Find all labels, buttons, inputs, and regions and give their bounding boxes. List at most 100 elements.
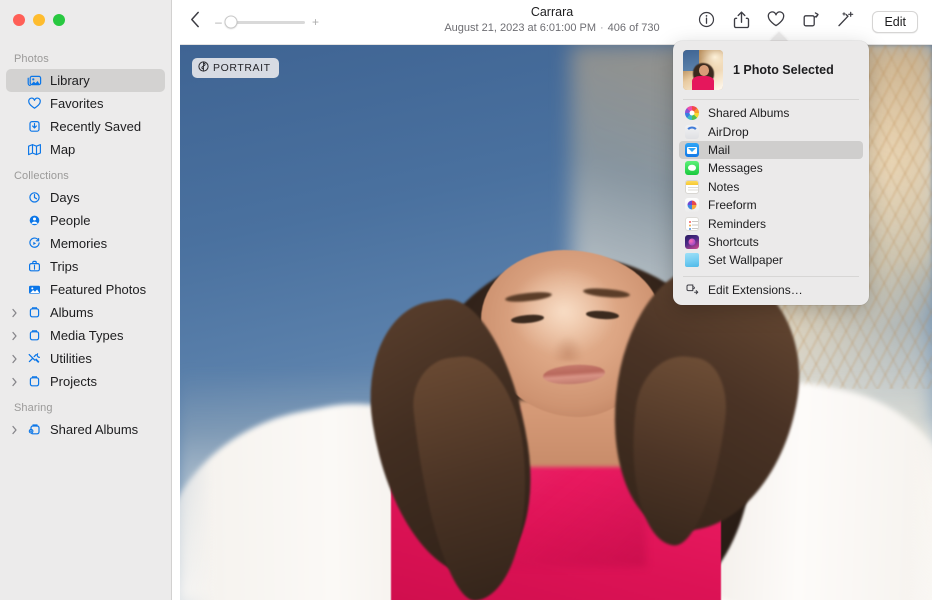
sidebar-item-label: Utilities (50, 352, 92, 365)
chevron-left-icon (190, 11, 201, 33)
sidebar-scroll[interactable]: Photos Library Favorites Recently Saved (0, 44, 171, 600)
heart-icon (767, 11, 785, 33)
photos-window: Photos Library Favorites Recently Saved (0, 0, 932, 600)
share-icon (733, 11, 750, 34)
airdrop-icon (685, 125, 699, 139)
featured-photo-icon (26, 282, 43, 297)
share-item-label: Reminders (708, 217, 766, 231)
rotate-button[interactable] (799, 10, 823, 34)
thumbnail-top (692, 76, 714, 90)
chevron-right-icon[interactable] (10, 425, 19, 434)
minimize-window-button[interactable] (33, 14, 45, 26)
portrait-badge[interactable]: PORTRAIT (192, 58, 279, 78)
sidebar-item-label: Media Types (50, 329, 123, 342)
sidebar-item-days[interactable]: Days (6, 186, 165, 209)
sidebar-item-map[interactable]: Map (6, 138, 165, 161)
chevron-right-icon[interactable] (10, 377, 19, 386)
toolbar: – + Carrara August 21, 2023 at 6:01:00 P… (172, 0, 932, 44)
toolbar-actions: Edit (694, 0, 918, 44)
share-item-messages[interactable]: Messages (679, 159, 863, 177)
popover-title: 1 Photo Selected (733, 63, 834, 77)
sidebar-item-label: Days (50, 191, 80, 204)
zoom-window-button[interactable] (53, 14, 65, 26)
close-window-button[interactable] (13, 14, 25, 26)
share-item-airdrop[interactable]: AirDrop (679, 122, 863, 140)
share-targets-list: Shared Albums AirDrop Mail Messages Note… (673, 100, 869, 270)
enhance-button[interactable] (834, 10, 858, 34)
info-circle-icon (698, 11, 715, 33)
reminders-app-icon (685, 217, 699, 231)
sidebar-item-albums[interactable]: Albums (6, 301, 165, 324)
share-item-shared-albums[interactable]: Shared Albums (679, 104, 863, 122)
share-item-mail[interactable]: Mail (679, 141, 863, 159)
info-button[interactable] (694, 10, 718, 34)
sidebar-item-featured-photos[interactable]: Featured Photos (6, 278, 165, 301)
shortcuts-app-icon (685, 235, 699, 249)
selected-photo-thumbnail (683, 50, 723, 90)
sidebar-item-label: People (50, 214, 90, 227)
sidebar-item-trips[interactable]: Trips (6, 255, 165, 278)
sidebar-item-label: Shared Albums (50, 423, 138, 436)
sidebar-item-label: Favorites (50, 97, 103, 110)
messages-app-icon (685, 161, 699, 175)
sidebar-item-memories[interactable]: Memories (6, 232, 165, 255)
popover-header: 1 Photo Selected (673, 41, 869, 99)
popover-footer: Edit Extensions… (673, 277, 869, 299)
sidebar-item-media-types[interactable]: Media Types (6, 324, 165, 347)
share-item-label: Messages (708, 161, 763, 175)
sidebar-item-favorites[interactable]: Favorites (6, 92, 165, 115)
window-traffic-lights (13, 14, 65, 26)
zoom-slider[interactable]: – + (214, 16, 320, 28)
chevron-right-icon[interactable] (10, 354, 19, 363)
back-button[interactable] (182, 9, 208, 35)
photo-position: 406 of 730 (608, 22, 660, 34)
media-types-icon (26, 328, 43, 343)
zoom-in-label[interactable]: + (311, 16, 320, 28)
sidebar-section-sharing-title: Sharing (0, 402, 171, 414)
favorite-button[interactable] (764, 10, 788, 34)
rotate-icon (802, 11, 820, 33)
edit-button-label: Edit (884, 15, 906, 29)
albums-icon (26, 305, 43, 320)
sidebar-item-library[interactable]: Library (6, 69, 165, 92)
share-item-label: AirDrop (708, 125, 749, 139)
zoom-slider-knob[interactable] (225, 16, 238, 29)
sidebar-item-label: Featured Photos (50, 283, 146, 296)
notes-app-icon (685, 180, 699, 194)
sidebar-item-projects[interactable]: Projects (6, 370, 165, 393)
sidebar: Photos Library Favorites Recently Saved (0, 0, 172, 600)
sidebar-item-utilities[interactable]: Utilities (6, 347, 165, 370)
sidebar-item-shared-albums[interactable]: Shared Albums (6, 418, 165, 441)
share-item-reminders[interactable]: Reminders (679, 214, 863, 232)
photo-date: August 21, 2023 at 6:01:00 PM (444, 22, 596, 34)
wallpaper-icon (685, 253, 699, 267)
share-item-set-wallpaper[interactable]: Set Wallpaper (679, 251, 863, 269)
clock-icon (26, 190, 43, 205)
sidebar-section-photos-title: Photos (0, 53, 171, 65)
share-item-label: Notes (708, 180, 739, 194)
edit-extensions-label: Edit Extensions… (708, 283, 803, 297)
sidebar-item-label: Albums (50, 306, 93, 319)
sidebar-item-people[interactable]: People (6, 209, 165, 232)
share-item-shortcuts[interactable]: Shortcuts (679, 233, 863, 251)
edit-extensions-item[interactable]: Edit Extensions… (679, 281, 863, 299)
share-button[interactable] (729, 10, 753, 34)
zoom-out-label[interactable]: – (214, 16, 223, 28)
person-circle-icon (26, 213, 43, 228)
share-item-notes[interactable]: Notes (679, 178, 863, 196)
share-item-freeform[interactable]: Freeform (679, 196, 863, 214)
share-item-label: Set Wallpaper (708, 253, 783, 267)
heart-icon (26, 96, 43, 111)
popover-arrow (770, 32, 788, 41)
sidebar-item-label: Recently Saved (50, 120, 141, 133)
chevron-right-icon[interactable] (10, 308, 19, 317)
shared-albums-icon (26, 422, 43, 437)
metadata-separator: · (596, 22, 608, 34)
sidebar-item-recently-saved[interactable]: Recently Saved (6, 115, 165, 138)
edit-button[interactable]: Edit (872, 11, 918, 33)
zoom-slider-track[interactable] (229, 21, 305, 24)
share-popover: 1 Photo Selected Shared Albums AirDrop M… (673, 41, 869, 305)
freeform-app-icon (685, 198, 699, 212)
share-item-label: Mail (708, 143, 730, 157)
chevron-right-icon[interactable] (10, 331, 19, 340)
